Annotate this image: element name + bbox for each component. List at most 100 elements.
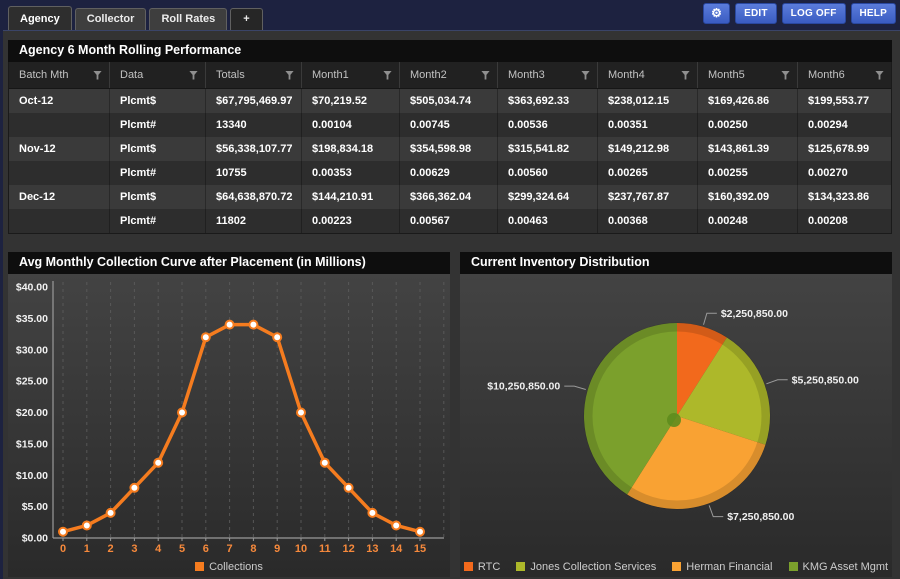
svg-text:5: 5 <box>179 543 185 555</box>
column-header-totals[interactable]: Totals <box>206 62 302 88</box>
table-row: Plcmt#107550.003530.006290.005600.002650… <box>9 161 891 185</box>
column-header-month3[interactable]: Month3 <box>498 62 598 88</box>
value-cell: $70,219.52 <box>302 89 400 113</box>
value-cell: 0.00536 <box>498 113 598 137</box>
legend-swatch <box>516 562 525 571</box>
value-cell: $134,323.86 <box>798 185 891 209</box>
value-cell: 0.00223 <box>302 209 400 233</box>
column-header-data[interactable]: Data <box>110 62 206 88</box>
batch-month-cell <box>9 209 110 233</box>
filter-icon[interactable] <box>481 71 490 80</box>
filter-icon[interactable] <box>285 71 294 80</box>
value-cell: $237,767.87 <box>598 185 698 209</box>
filter-icon[interactable] <box>189 71 198 80</box>
value-cell: 0.00104 <box>302 113 400 137</box>
gear-icon: ⚙ <box>711 6 722 20</box>
value-cell: $56,338,107.77 <box>206 137 302 161</box>
add-tab-button[interactable]: + <box>230 8 262 30</box>
value-cell: 0.00255 <box>698 161 798 185</box>
value-cell: 10755 <box>206 161 302 185</box>
filter-icon[interactable] <box>581 71 590 80</box>
legend-item-jones-collection-services: Jones Collection Services <box>516 561 656 573</box>
value-cell: 0.00745 <box>400 113 498 137</box>
svg-text:$30.00: $30.00 <box>16 344 48 356</box>
filter-icon[interactable] <box>383 71 392 80</box>
filter-icon[interactable] <box>681 71 690 80</box>
column-header-month6[interactable]: Month6 <box>798 62 891 88</box>
line-chart: $0.00$5.00$10.00$15.00$20.00$25.00$30.00… <box>8 274 450 556</box>
value-cell: 0.00250 <box>698 113 798 137</box>
value-cell: 0.00629 <box>400 161 498 185</box>
filter-icon[interactable] <box>93 71 102 80</box>
inventory-distribution-panel: Current Inventory Distribution $2,250,85… <box>460 252 892 577</box>
svg-text:$20.00: $20.00 <box>16 407 48 419</box>
column-header-label: Totals <box>216 69 245 81</box>
data-type-cell: Plcmt$ <box>110 89 206 113</box>
svg-text:$0.00: $0.00 <box>22 533 48 545</box>
legend-swatch <box>789 562 798 571</box>
svg-text:10: 10 <box>295 543 307 555</box>
grid-header-row: Batch MthDataTotalsMonth1Month2Month3Mon… <box>9 62 891 89</box>
value-cell: 0.00368 <box>598 209 698 233</box>
legend-item-collections: Collections <box>195 561 263 573</box>
legend-item-kmg-asset-mgmt: KMG Asset Mgmt <box>789 561 889 573</box>
value-cell: $149,212.98 <box>598 137 698 161</box>
column-header-label: Month6 <box>808 69 845 81</box>
column-header-batch-mth[interactable]: Batch Mth <box>9 62 110 88</box>
column-header-month5[interactable]: Month5 <box>698 62 798 88</box>
svg-text:7: 7 <box>227 543 233 555</box>
tab-roll-rates[interactable]: Roll Rates <box>149 8 227 30</box>
value-cell: $199,553.77 <box>798 89 891 113</box>
svg-text:4: 4 <box>155 543 162 555</box>
column-header-month2[interactable]: Month2 <box>400 62 498 88</box>
svg-text:$10.00: $10.00 <box>16 470 48 482</box>
line-chart-body: $0.00$5.00$10.00$15.00$20.00$25.00$30.00… <box>8 274 450 577</box>
svg-text:$10,250,850.00: $10,250,850.00 <box>487 381 560 393</box>
pie-chart-legend: RTC Jones Collection Services Herman Finan… <box>460 556 892 577</box>
performance-grid: Batch MthDataTotalsMonth1Month2Month3Mon… <box>8 62 892 234</box>
data-type-cell: Plcmt$ <box>110 185 206 209</box>
log-off-button[interactable]: LOG OFF <box>782 3 846 24</box>
pie-chart-title: Current Inventory Distribution <box>460 252 892 274</box>
table-row: Nov-12Plcmt$$56,338,107.77$198,834.18$35… <box>9 137 891 161</box>
settings-button[interactable]: ⚙ <box>703 3 730 24</box>
tab-collector[interactable]: Collector <box>75 8 147 30</box>
svg-text:1: 1 <box>84 543 90 555</box>
table-row: Dec-12Plcmt$$64,638,870.72$144,210.91$36… <box>9 185 891 209</box>
value-cell: $64,638,870.72 <box>206 185 302 209</box>
tab-agency[interactable]: Agency <box>8 6 72 30</box>
table-row: Plcmt#133400.001040.007450.005360.003510… <box>9 113 891 137</box>
svg-text:13: 13 <box>366 543 378 555</box>
value-cell: $144,210.91 <box>302 185 400 209</box>
svg-text:$7,250,850.00: $7,250,850.00 <box>727 511 794 523</box>
value-cell: $169,426.86 <box>698 89 798 113</box>
legend-label: Jones Collection Services <box>530 561 656 573</box>
batch-month-cell <box>9 113 110 137</box>
line-chart-legend: Collections <box>8 556 450 577</box>
filter-icon[interactable] <box>781 71 790 80</box>
value-cell: $198,834.18 <box>302 137 400 161</box>
value-cell: 0.00270 <box>798 161 891 185</box>
svg-text:3: 3 <box>131 543 137 555</box>
svg-text:11: 11 <box>319 543 331 555</box>
column-header-label: Month5 <box>708 69 745 81</box>
legend-label: Herman Financial <box>686 561 772 573</box>
value-cell: 0.00208 <box>798 209 891 233</box>
column-header-label: Month2 <box>410 69 447 81</box>
top-bar: AgencyCollectorRoll Rates+ ⚙ EDITLOG OFFH… <box>0 0 900 31</box>
legend-item-herman-financial: Herman Financial <box>672 561 772 573</box>
tab-bar: AgencyCollectorRoll Rates+ <box>8 6 263 30</box>
value-cell: 0.00567 <box>400 209 498 233</box>
edit-button[interactable]: EDIT <box>735 3 777 24</box>
column-header-month4[interactable]: Month4 <box>598 62 698 88</box>
value-cell: $299,324.64 <box>498 185 598 209</box>
svg-text:15: 15 <box>414 543 426 555</box>
line-chart-title: Avg Monthly Collection Curve after Place… <box>8 252 450 274</box>
filter-icon[interactable] <box>875 71 884 80</box>
legend-item-rtc: RTC <box>464 561 500 573</box>
value-cell: $366,362.04 <box>400 185 498 209</box>
svg-text:9: 9 <box>274 543 280 555</box>
help-button[interactable]: HELP <box>851 3 896 24</box>
legend-label: KMG Asset Mgmt <box>803 561 889 573</box>
column-header-month1[interactable]: Month1 <box>302 62 400 88</box>
